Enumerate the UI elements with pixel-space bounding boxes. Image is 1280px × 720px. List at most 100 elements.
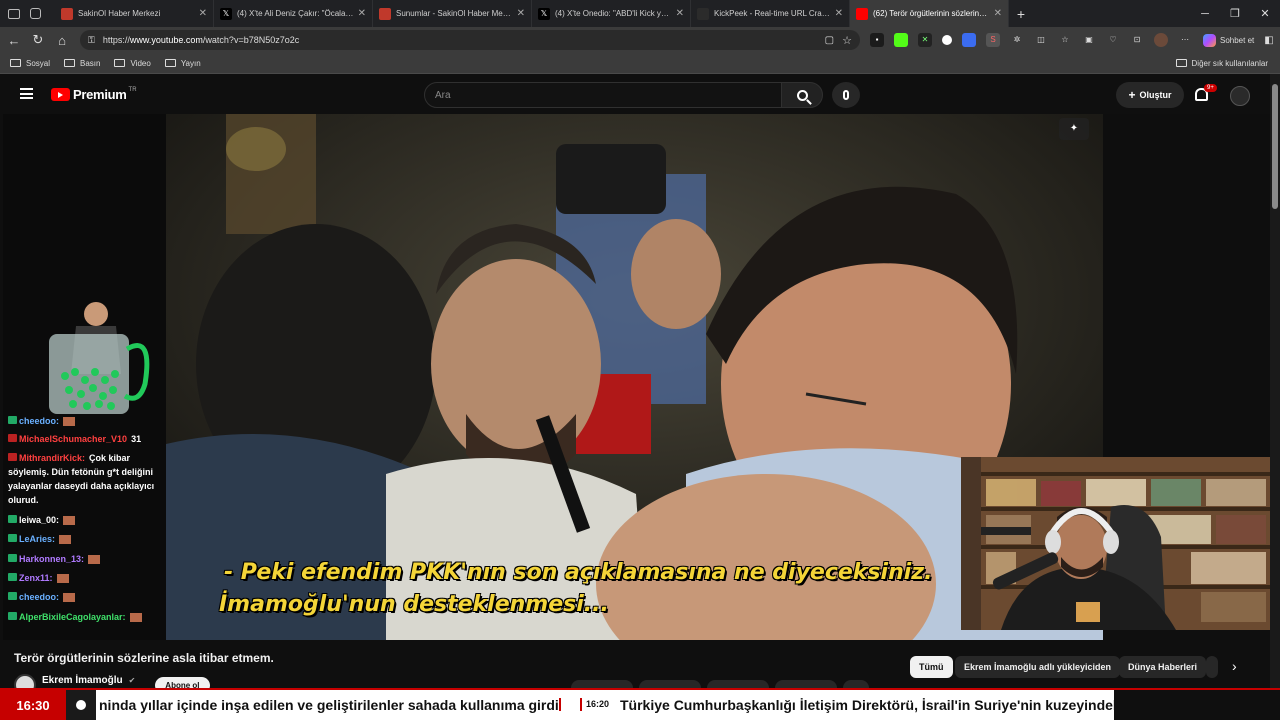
extension-icon-4[interactable]: [942, 35, 952, 45]
browser-tab[interactable]: (62) Terör örgütlerinin sözlerine as ✕: [850, 0, 1009, 27]
screenshot-icon[interactable]: ⊡: [1130, 33, 1144, 47]
youtube-premium-logo[interactable]: Premium TR: [51, 87, 137, 102]
chat-username[interactable]: LeAries:: [19, 534, 55, 544]
home-icon[interactable]: ⌂: [50, 33, 74, 48]
extension-icon-1[interactable]: ▪: [870, 33, 884, 47]
hamburger-menu-icon[interactable]: [20, 88, 33, 99]
chat-username[interactable]: MithrandirKick:: [19, 453, 85, 463]
tab-title: (62) Terör örgütlerinin sözlerine as: [873, 9, 990, 18]
chat-message: leiwa_00:: [8, 515, 76, 526]
chat-text: Çok kibar: [89, 453, 131, 463]
create-label: Oluştur: [1139, 90, 1172, 100]
reload-button[interactable]: ↻: [26, 32, 50, 48]
chip-world-news[interactable]: Dünya Haberleri: [1119, 656, 1207, 678]
create-button[interactable]: + Oluştur: [1116, 82, 1184, 108]
chat-username[interactable]: cheedoo:: [19, 592, 59, 602]
back-button[interactable]: ←: [2, 33, 26, 48]
ticker-headline-2: Türkiye Cumhurbaşkanlığı İletişim Direkt…: [620, 697, 1114, 713]
close-tab-icon[interactable]: ✕: [835, 8, 843, 19]
page-scrollbar[interactable]: [1270, 74, 1280, 688]
bookmark-folder-yayin[interactable]: Yayın: [164, 59, 201, 68]
chips-next-arrow-icon[interactable]: ›: [1232, 658, 1237, 674]
folder-icon: [114, 59, 126, 67]
maximize-button[interactable]: ❐: [1220, 7, 1250, 20]
close-window-button[interactable]: ✕: [1250, 7, 1280, 20]
site-info-icon[interactable]: ⚿: [88, 35, 95, 46]
chat-badge-icon: [8, 515, 17, 523]
chat-badge-icon: [8, 534, 17, 542]
profile-avatar[interactable]: [1154, 33, 1168, 47]
bookmark-label: Basın: [80, 58, 101, 68]
chat-message: AlperBixileCagolayanlar:: [8, 612, 142, 623]
chat-username[interactable]: Zenx11:: [19, 573, 53, 583]
sidebar-toggle-icon[interactable]: ◧: [1264, 35, 1273, 46]
bookmarks-bar: Sosyal Basın Video Yayın Diğer sık kulla…: [0, 53, 1280, 74]
chat-badge-icon: [8, 592, 17, 600]
chat-username[interactable]: leiwa_00:: [19, 515, 59, 525]
chip-more[interactable]: [1206, 656, 1218, 678]
other-bookmarks-folder[interactable]: Diğer sık kullanılanlar: [1175, 58, 1268, 68]
close-tab-icon[interactable]: ✕: [199, 8, 207, 19]
copilot-button[interactable]: Sohbet et: [1203, 33, 1254, 47]
chat-username[interactable]: MichaelSchumacher_V10: [19, 434, 127, 444]
account-avatar[interactable]: [1230, 86, 1250, 106]
chat-message: Zenx11:: [8, 573, 69, 584]
collections-icon[interactable]: ▣: [1082, 33, 1096, 47]
browser-tab[interactable]: Sunumlar - SakinOl Haber Merkezi ✕: [373, 0, 532, 27]
folder-icon: [64, 59, 76, 67]
other-bookmarks-label: Diğer sık kullanılanlar: [1191, 58, 1268, 68]
browser-tab[interactable]: KickPeek - Real-time URL Crawler ✕: [691, 0, 850, 27]
scrollbar-thumb[interactable]: [1272, 84, 1278, 209]
chat-message: olurud.: [8, 495, 39, 506]
search-button[interactable]: [781, 82, 823, 108]
close-tab-icon[interactable]: ✕: [994, 8, 1002, 19]
close-tab-icon[interactable]: ✕: [358, 8, 366, 19]
extensions-puzzle-icon[interactable]: ✲: [1010, 33, 1024, 47]
favorites-icon[interactable]: ☆: [1058, 33, 1072, 47]
profile-icon[interactable]: [8, 8, 20, 19]
youtube-icon: [856, 7, 868, 20]
chat-username[interactable]: Harkonnen_13:: [19, 554, 84, 564]
ticker-right-cap: [1114, 690, 1280, 720]
bookmark-folder-video[interactable]: Video: [114, 58, 151, 68]
close-tab-icon[interactable]: ✕: [676, 8, 684, 19]
new-tab-button[interactable]: +: [1009, 6, 1033, 22]
extension-icon-6[interactable]: S: [986, 33, 1000, 47]
performance-heart-icon[interactable]: ♡: [1106, 33, 1120, 47]
chip-all[interactable]: Tümü: [910, 656, 953, 678]
bookmark-folder-sosyal[interactable]: Sosyal: [10, 59, 50, 68]
search-icon: [796, 89, 812, 105]
chat-emote-icon: [56, 574, 69, 584]
chat-username[interactable]: cheedoo:: [19, 416, 59, 426]
browser-tab[interactable]: 𝕏 (4) X'te Ali Deniz Çakır: "Öcalan, Ö ✕: [214, 0, 373, 27]
reader-mode-icon[interactable]: ▢: [825, 35, 834, 46]
extension-icon-2[interactable]: [894, 33, 908, 47]
voice-search-mic-icon[interactable]: [832, 82, 860, 108]
workspaces-icon[interactable]: [30, 8, 41, 19]
chat-badge-icon: [8, 416, 17, 424]
url-host: www.youtube.com: [129, 35, 203, 45]
x-icon: 𝕏: [538, 7, 550, 20]
search-input[interactable]: Ara: [424, 82, 782, 108]
chat-badge-icon: [8, 573, 17, 581]
chip-from-uploader[interactable]: Ekrem İmamoğlu adlı yükleyiciden: [955, 656, 1121, 678]
extension-icon-3[interactable]: ✕: [918, 33, 932, 47]
url-path: /watch?v=b78N50z7o2c: [202, 35, 300, 45]
close-tab-icon[interactable]: ✕: [517, 8, 525, 19]
split-screen-icon[interactable]: ◫: [1034, 33, 1048, 47]
verified-badge-icon: ✔: [128, 675, 136, 685]
bookmark-folder-basin[interactable]: Basın: [64, 59, 100, 68]
chat-message: yalayanlar daseydi daha açıklayıcı: [8, 481, 154, 492]
url-field[interactable]: ⚿ https://www.youtube.com/watch?v=b78N50…: [80, 30, 860, 50]
chat-text: olurud.: [8, 495, 39, 505]
browser-tab[interactable]: SakinOl Haber Merkezi ✕: [55, 0, 214, 27]
chat-emote-icon: [129, 613, 142, 623]
favorite-star-icon[interactable]: ☆: [842, 34, 852, 47]
extension-icon-5[interactable]: [962, 33, 976, 47]
minimize-button[interactable]: ─: [1190, 8, 1220, 20]
chat-username[interactable]: AlperBixileCagolayanlar:: [19, 612, 126, 622]
bookmark-label: Video: [130, 58, 151, 68]
more-menu-icon[interactable]: ⋯: [1178, 33, 1192, 47]
browser-tab[interactable]: 𝕏 (4) X'te Onedio: "ABD'li Kick yayıncı ✕: [532, 0, 691, 27]
channel-name[interactable]: Ekrem İmamoğlu: [42, 675, 123, 686]
